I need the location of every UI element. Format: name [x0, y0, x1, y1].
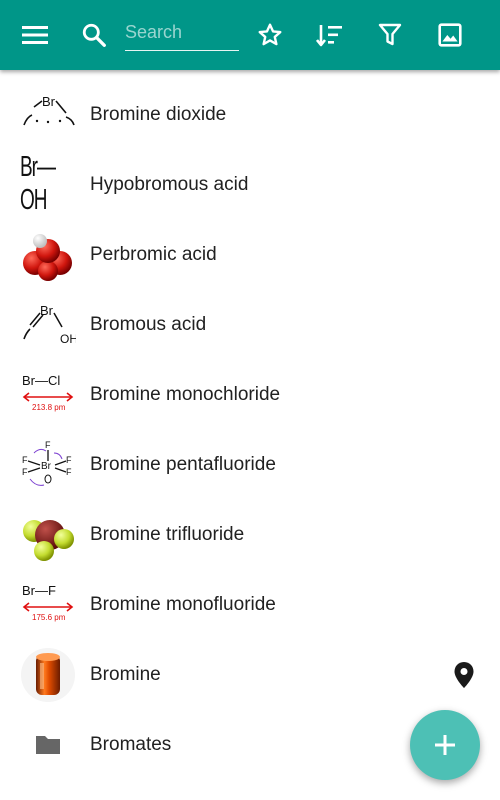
list-item[interactable]: Perbromic acid — [0, 220, 500, 290]
sort-button[interactable] — [306, 11, 354, 59]
list-item-label: Perbromic acid — [90, 244, 217, 265]
location-pin-icon — [454, 662, 474, 688]
thumbnail-text: Br—F — [22, 583, 56, 598]
thumbnail-text: Br — [41, 461, 52, 472]
structure-thumbnail: Br OH — [20, 299, 76, 351]
structure-thumbnail: F Br F F F F — [20, 439, 76, 491]
molecule-model-thumbnail — [20, 509, 76, 561]
structure-thumbnail: Br—OH — [20, 152, 76, 217]
search-icon — [82, 23, 106, 47]
sort-icon — [316, 25, 342, 47]
thumbnail-text: Br—Cl — [22, 373, 60, 388]
bond-length-thumbnail: Br—Cl 213.8 pm — [20, 369, 76, 421]
search-input[interactable] — [125, 14, 239, 51]
folder-thumbnail — [20, 719, 76, 771]
list-item[interactable]: Br—Cl 213.8 pm Bromine monochloride — [0, 360, 500, 430]
menu-button[interactable] — [11, 11, 59, 59]
molecule-model-thumbnail — [20, 229, 76, 281]
list-item-label: Bromine trifluoride — [90, 524, 245, 545]
svg-text:F: F — [22, 455, 28, 465]
list-item-label: Hypobromous acid — [90, 174, 249, 195]
compound-list: Br Bromine dioxide Br—OH Hypobromous aci… — [0, 80, 500, 780]
list-item-label: Bromates — [90, 734, 172, 755]
thumbnail-text: Br—OH — [20, 152, 56, 217]
svg-text:OH: OH — [60, 332, 76, 346]
list-item-label: Bromine dioxide — [90, 104, 227, 125]
add-button[interactable] — [410, 710, 480, 780]
menu-icon — [22, 26, 48, 44]
list-item[interactable]: Br—OH Hypobromous acid — [0, 150, 500, 220]
list-item[interactable]: Br OH Bromous acid — [0, 290, 500, 360]
image-button[interactable] — [426, 11, 474, 59]
location-button[interactable] — [448, 659, 480, 691]
thumbnail-caption: 175.6 pm — [32, 613, 66, 622]
search-button[interactable] — [70, 11, 118, 59]
filter-button[interactable] — [366, 11, 414, 59]
svg-text:F: F — [45, 440, 51, 450]
thumbnail-text: Br — [42, 94, 56, 109]
list-item[interactable]: Br—F 175.6 pm Bromine monofluoride — [0, 570, 500, 640]
bond-length-thumbnail: Br—F 175.6 pm — [20, 579, 76, 631]
list-item-label: Bromine monofluoride — [90, 594, 276, 615]
favorites-button[interactable] — [246, 11, 294, 59]
list-item[interactable]: F Br F F F F Bromine pentafluoride — [0, 430, 500, 500]
list-item[interactable]: Bromine — [0, 640, 500, 710]
list-item-label: Bromine monochloride — [90, 384, 281, 405]
image-icon — [438, 23, 462, 47]
folder-icon — [36, 736, 60, 754]
list-item-label: Bromous acid — [90, 314, 207, 335]
element-sample-thumbnail — [20, 648, 76, 702]
add-icon — [435, 735, 455, 755]
star-outline-icon — [258, 23, 282, 46]
structure-thumbnail: Br — [20, 89, 76, 141]
list-item[interactable]: Bromine trifluoride — [0, 500, 500, 570]
list-item[interactable]: Br Bromine dioxide — [0, 80, 500, 150]
svg-text:F: F — [66, 467, 72, 477]
thumbnail-caption: 213.8 pm — [32, 403, 66, 412]
list-item-label: Bromine pentafluoride — [90, 454, 276, 475]
svg-text:F: F — [66, 455, 72, 465]
list-item-label: Bromine — [90, 664, 161, 685]
svg-text:F: F — [22, 467, 28, 477]
filter-icon — [378, 23, 402, 46]
app-bar — [0, 0, 500, 70]
